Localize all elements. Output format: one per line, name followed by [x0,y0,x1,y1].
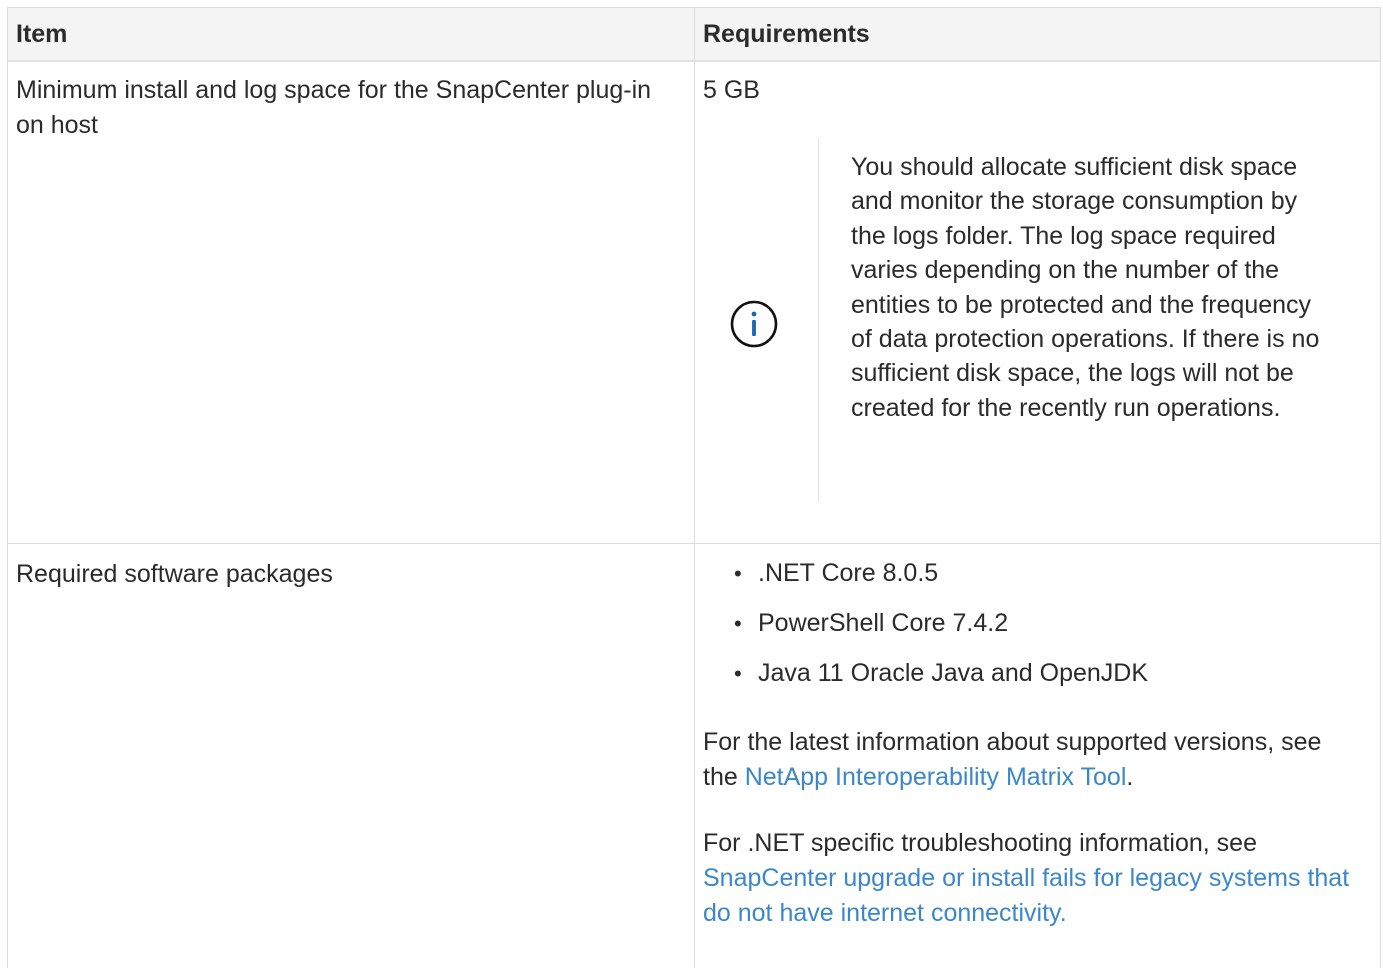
info-icon [730,300,778,348]
header-requirements: Requirements [703,20,870,48]
row-value-space: 5 GB [703,76,760,104]
list-item: • Java 11 Oracle Java and OpenJDK [726,656,1148,706]
note-text: You should allocate sufficient disk spac… [851,153,1320,422]
bullet-icon: • [734,661,742,686]
note-divider [818,138,819,502]
header-item: Item [16,20,68,48]
row-item-install-space: Minimum install and log space for the Sn… [16,76,652,139]
troubleshooting-paragraph: For .NET specific troubleshooting inform… [703,829,1350,927]
requirements-table: Item Requirements Minimum install and lo… [7,7,1381,968]
software-list: • .NET Core 8.0.5 • PowerShell Core 7.4.2 … [726,556,1148,706]
snapcenter-upgrade-fails-link[interactable]: SnapCenter upgrade or install fails for … [703,864,1349,927]
list-item: • .NET Core 8.0.5 [726,556,1148,606]
row-item-software: Required software packages [16,560,333,588]
bullet-icon: • [734,611,742,636]
bullet-icon: • [734,561,742,586]
interoperability-matrix-link[interactable]: NetApp Interoperability Matrix Tool [745,763,1127,791]
supported-versions-paragraph: For the latest information about support… [703,728,1322,791]
column-divider [694,8,695,968]
list-item: • PowerShell Core 7.4.2 [726,606,1148,656]
info-note: You should allocate sufficient disk spac… [701,138,1351,502]
